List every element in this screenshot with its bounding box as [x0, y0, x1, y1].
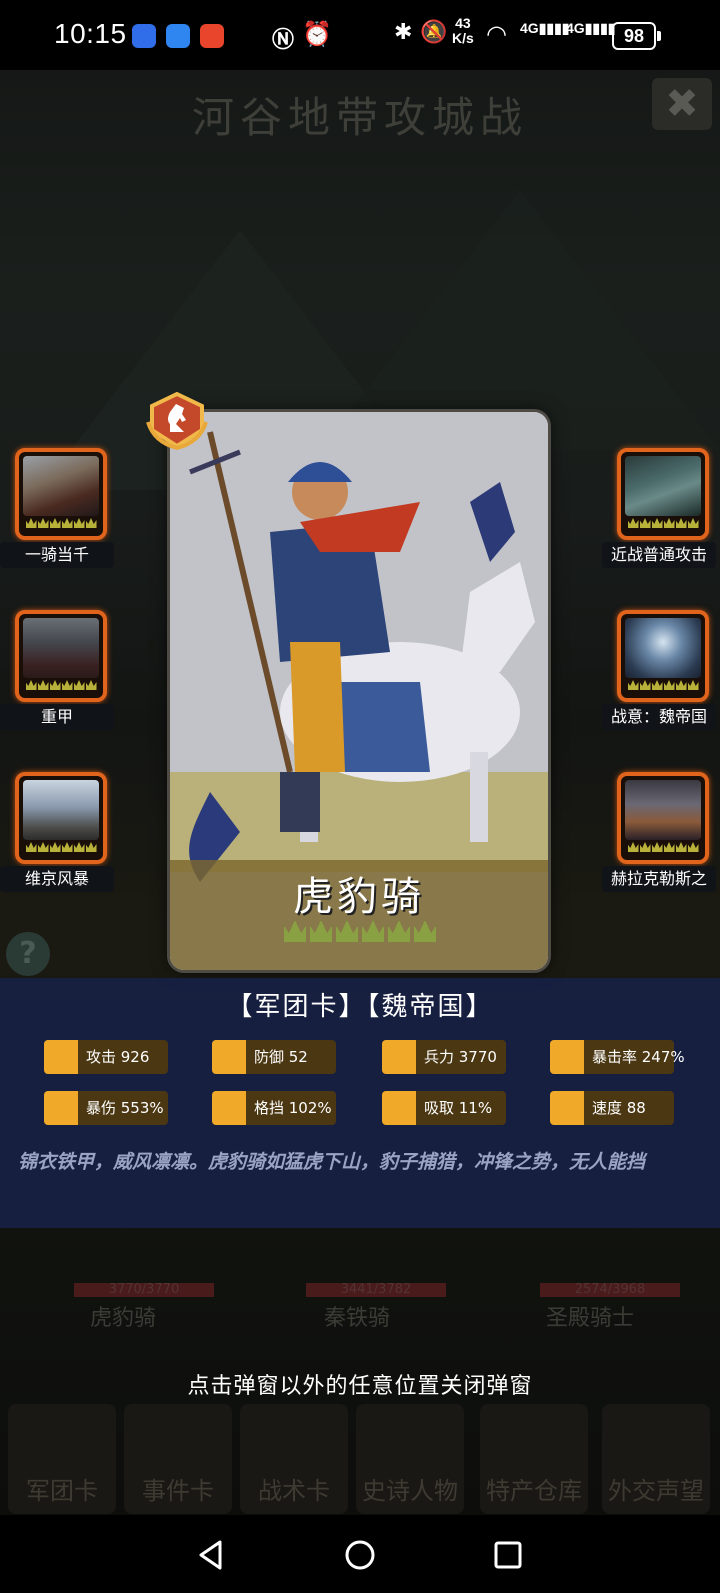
skill-slot-right-1[interactable]: 近战普通攻击: [602, 448, 720, 568]
unit-name: 虎豹骑: [90, 1306, 157, 1331]
card-tags: 【军团卡】【魏帝国】: [226, 992, 494, 1022]
back-icon[interactable]: [196, 1539, 226, 1571]
tab-event-cards[interactable]: 事件卡: [124, 1404, 232, 1514]
tab-diplomacy[interactable]: 外交声望: [602, 1404, 710, 1514]
crosshair-icon: [550, 1040, 584, 1074]
card-star-rating: [284, 920, 436, 942]
status-time: 10:15: [54, 18, 127, 49]
stat-drain: 吸取 11%: [382, 1091, 506, 1125]
stat-crit-damage: 暴伤 553%: [44, 1091, 168, 1125]
battery-icon: 98: [612, 22, 661, 50]
skill-slot-left-2[interactable]: 重甲: [0, 610, 124, 730]
tab-legion-cards[interactable]: 军团卡: [8, 1404, 116, 1514]
boot-icon: [550, 1091, 584, 1125]
net-speed: 43 K/s: [452, 15, 474, 46]
tab-specialty-warehouse[interactable]: 特产仓库: [480, 1404, 588, 1514]
burst-icon: [44, 1091, 78, 1125]
skill-name: 战意：魏帝国: [602, 704, 716, 730]
recents-icon[interactable]: [494, 1541, 522, 1569]
sword-in-stone-icon: [617, 610, 709, 702]
tab-epic-characters[interactable]: 史诗人物: [356, 1404, 464, 1514]
crown-icon: [310, 920, 332, 942]
crown-icon: [362, 920, 384, 942]
skill-name: 赫拉克勒斯之: [602, 866, 716, 892]
bulb-notification-icon: [166, 24, 190, 48]
skill-slot-right-3[interactable]: 赫拉克勒斯之: [602, 772, 720, 892]
heart-icon: [382, 1040, 416, 1074]
status-bar: 10:15 Ⓝ ⏰ ✱ 🔕 43 K/s ◠ 4G▮▮▮▮ 4G▮▮▮▮ 98: [0, 0, 720, 70]
stat-crit-rate: 暴击率 247%: [550, 1040, 685, 1074]
battle-title: 河谷地带攻城战: [191, 93, 528, 142]
skill-name: 维京风暴: [0, 866, 114, 892]
bluetooth-icon: ✱: [394, 20, 413, 45]
nfc-icon: Ⓝ: [272, 28, 295, 53]
crown-icon: [388, 920, 410, 942]
knight-chess-badge-icon: [146, 392, 208, 450]
stat-block: 格挡 102%: [212, 1091, 336, 1125]
stat-speed: 速度 88: [550, 1091, 674, 1125]
skill-name: 近战普通攻击: [602, 542, 716, 568]
skill-slot-left-1[interactable]: 一骑当千: [0, 448, 124, 568]
skill-slot-right-2[interactable]: 战意：魏帝国: [602, 610, 720, 730]
drain-icon: [382, 1091, 416, 1125]
close-hint: 点击弹窗以外的任意位置关闭弹窗: [187, 1374, 533, 1399]
parry-icon: [212, 1091, 246, 1125]
hercules-warrior-icon: [617, 772, 709, 864]
stat-defense: 防御 52: [212, 1040, 336, 1074]
skill-slot-left-3[interactable]: 维京风暴: [0, 772, 124, 892]
unit-hp-bar: 3441/3782: [306, 1283, 446, 1297]
sword-icon: [44, 1040, 78, 1074]
skill-name: 重甲: [0, 704, 114, 730]
unit-name: 圣殿骑士: [546, 1306, 635, 1331]
crown-icon: [284, 920, 306, 942]
signal-1-icon: 4G▮▮▮▮: [520, 20, 570, 36]
wifi-icon: ◠: [486, 20, 507, 48]
armored-knight-icon: [15, 610, 107, 702]
redpacket-notification-icon: [200, 24, 224, 48]
crown-icon: [336, 920, 358, 942]
unit-hp-bar: 2574/3968: [540, 1283, 680, 1297]
unit-name: 秦铁骑: [324, 1306, 391, 1331]
unit-card[interactable]: 虎豹骑: [170, 412, 548, 970]
card-title: 虎豹骑: [293, 874, 425, 920]
signal-2-icon: 4G▮▮▮▮: [566, 20, 616, 36]
tab-tactic-cards[interactable]: 战术卡: [240, 1404, 348, 1514]
card-description: 锦衣铁甲，威风凛凛。虎豹骑如猛虎下山，豹子捕猎，冲锋之势，无人能挡: [18, 1151, 646, 1173]
system-nav-bar: [0, 1515, 720, 1593]
mountain-decoration: [320, 190, 720, 450]
alarm-icon: ⏰: [302, 20, 332, 48]
skill-name: 一骑当千: [0, 542, 114, 568]
crown-icon: [414, 920, 436, 942]
help-icon[interactable]: ?: [6, 932, 50, 976]
mute-icon: 🔕: [420, 20, 448, 45]
close-icon[interactable]: ✖: [652, 78, 712, 130]
home-icon[interactable]: [344, 1539, 376, 1571]
viking-warriors-icon: [15, 772, 107, 864]
stat-troops: 兵力 3770: [382, 1040, 506, 1074]
stat-attack: 攻击 926: [44, 1040, 168, 1074]
unit-hp-bar: 3770/3770: [74, 1283, 214, 1297]
app-notification-icon: [132, 24, 156, 48]
shield-icon: [212, 1040, 246, 1074]
sword-knight-icon: [617, 448, 709, 540]
cavalry-rider-icon: [15, 448, 107, 540]
